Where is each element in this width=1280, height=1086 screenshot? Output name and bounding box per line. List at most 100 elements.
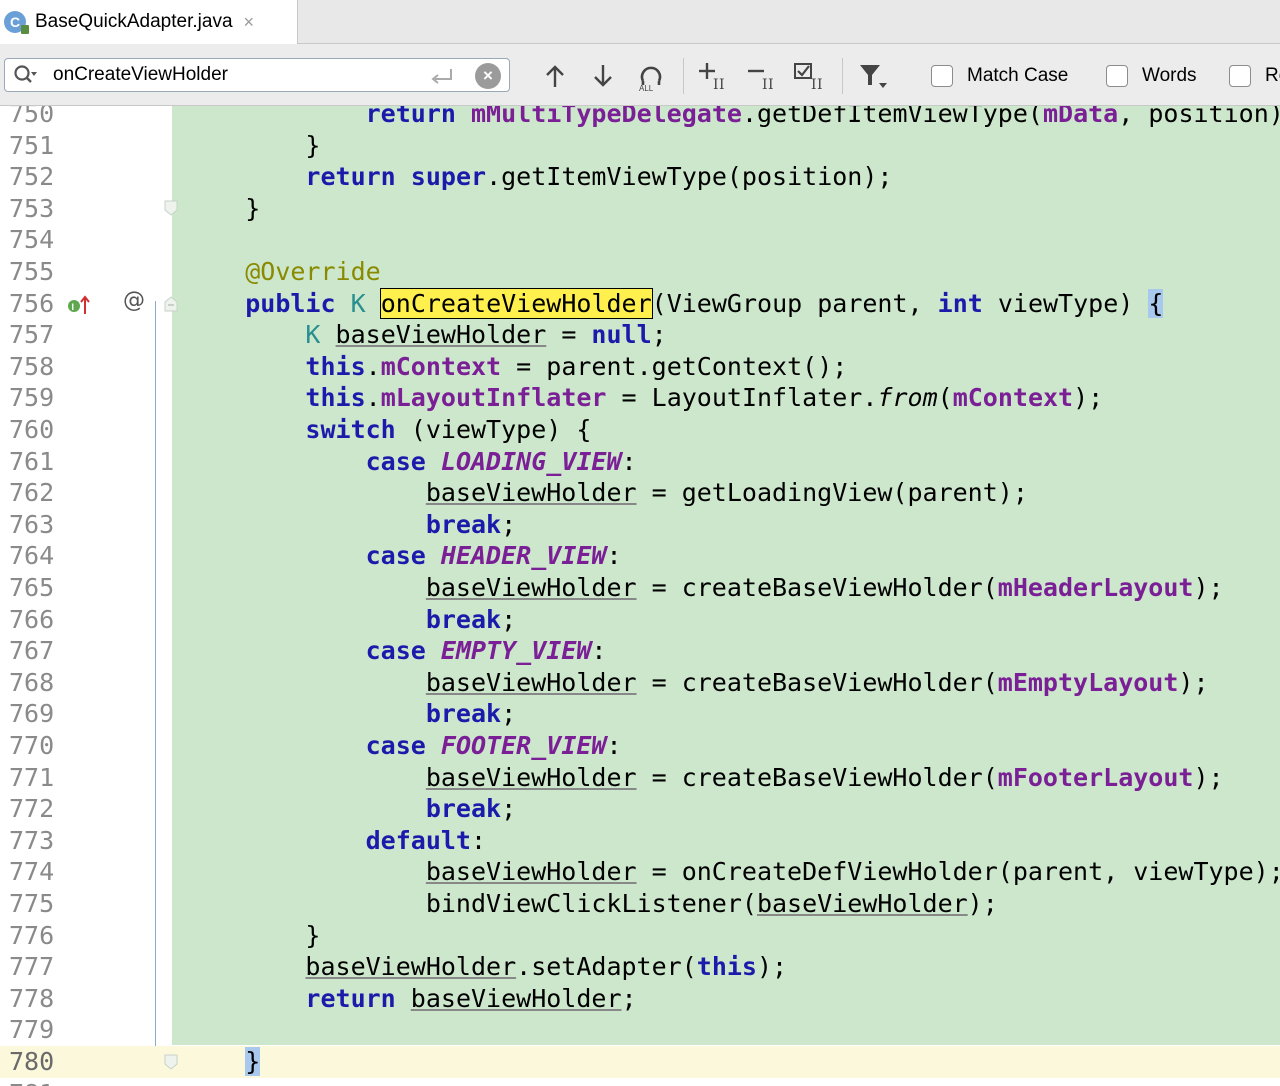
code-text[interactable]: this.mContext = parent.getContext(); bbox=[185, 351, 847, 383]
search-input[interactable] bbox=[53, 64, 393, 86]
code-line[interactable]: 779 bbox=[0, 1014, 1280, 1046]
select-all-button[interactable]: I I bbox=[792, 60, 828, 92]
code-line[interactable]: 781 bbox=[0, 1078, 1280, 1086]
arrow-up-icon bbox=[546, 65, 564, 87]
fold-start-icon[interactable] bbox=[164, 296, 178, 312]
code-text[interactable]: return mMultiTypeDelegate.getDefItemView… bbox=[185, 106, 1280, 130]
match-case-option[interactable]: Match Case bbox=[931, 62, 1068, 90]
find-all-occurrences-button[interactable]: ALL bbox=[634, 60, 668, 92]
code-text[interactable]: baseViewHolder = onCreateDefViewHolder(p… bbox=[185, 856, 1280, 888]
words-checkbox[interactable] bbox=[1106, 65, 1128, 87]
tab-base-quick-adapter[interactable]: C BaseQuickAdapter.java × bbox=[0, 0, 298, 44]
code-text[interactable]: } bbox=[185, 1046, 261, 1078]
code-text[interactable]: } bbox=[185, 920, 320, 952]
code-text[interactable]: break; bbox=[185, 509, 516, 541]
line-number: 778 bbox=[9, 983, 55, 1013]
code-text[interactable]: switch (viewType) { bbox=[185, 414, 591, 446]
code-editor[interactable]: 750 return mMultiTypeDelegate.getDefItem… bbox=[0, 106, 1280, 1086]
code-line[interactable]: 770 case FOOTER_VIEW: bbox=[0, 730, 1280, 762]
annotation-gutter-marker[interactable]: @ bbox=[123, 288, 145, 313]
code-line[interactable]: 763 break; bbox=[0, 509, 1280, 541]
code-text[interactable]: } bbox=[185, 130, 320, 162]
previous-occurrence-button[interactable] bbox=[540, 60, 570, 92]
filter-button[interactable] bbox=[856, 60, 890, 92]
code-text[interactable]: case LOADING_VIEW: bbox=[185, 446, 637, 478]
code-line[interactable]: 760 switch (viewType) { bbox=[0, 414, 1280, 446]
line-number: 750 bbox=[9, 106, 55, 128]
code-line[interactable]: 776 } bbox=[0, 920, 1280, 952]
code-line[interactable]: 773 default: bbox=[0, 825, 1280, 857]
code-line[interactable]: 777 baseViewHolder.setAdapter(this); bbox=[0, 951, 1280, 983]
close-icon[interactable]: × bbox=[244, 12, 255, 33]
code-text[interactable]: public K onCreateViewHolder(ViewGroup pa… bbox=[185, 287, 1164, 320]
code-line[interactable]: 757 K baseViewHolder = null; bbox=[0, 319, 1280, 351]
code-text[interactable]: baseViewHolder.setAdapter(this); bbox=[185, 951, 787, 983]
code-text[interactable]: break; bbox=[185, 698, 516, 730]
line-number: 757 bbox=[9, 320, 55, 350]
code-text[interactable]: break; bbox=[185, 604, 516, 636]
code-text[interactable]: } bbox=[185, 193, 260, 225]
code-text[interactable]: break; bbox=[185, 793, 516, 825]
code-text[interactable]: @Override bbox=[185, 256, 380, 288]
code-line[interactable]: 768 baseViewHolder = createBaseViewHolde… bbox=[0, 667, 1280, 699]
code-text[interactable]: this.mLayoutInflater = LayoutInflater.fr… bbox=[185, 382, 1103, 414]
code-line[interactable]: 762 baseViewHolder = getLoadingView(pare… bbox=[0, 477, 1280, 509]
code-line[interactable]: 761 case LOADING_VIEW: bbox=[0, 446, 1280, 478]
code-line[interactable]: 753 } bbox=[0, 193, 1280, 225]
code-text[interactable]: bindViewClickListener(baseViewHolder); bbox=[185, 888, 998, 920]
code-line[interactable]: 765 baseViewHolder = createBaseViewHolde… bbox=[0, 572, 1280, 604]
line-number: 779 bbox=[9, 1015, 55, 1045]
clear-search-icon[interactable]: × bbox=[475, 63, 501, 89]
words-option[interactable]: Words bbox=[1106, 62, 1197, 90]
code-line[interactable]: 752 return super.getItemViewType(positio… bbox=[0, 161, 1280, 193]
line-number: 763 bbox=[9, 509, 55, 539]
next-occurrence-button[interactable] bbox=[588, 60, 618, 92]
code-line[interactable]: 755 @Override bbox=[0, 256, 1280, 288]
code-text[interactable]: K baseViewHolder = null; bbox=[185, 319, 666, 351]
code-line[interactable]: 772 break; bbox=[0, 793, 1280, 825]
code-text[interactable]: return super.getItemViewType(position); bbox=[185, 161, 892, 193]
line-number: 754 bbox=[9, 225, 55, 255]
search-icon[interactable] bbox=[13, 64, 37, 86]
code-text[interactable]: baseViewHolder = createBaseViewHolder(mF… bbox=[185, 762, 1224, 794]
svg-text:I: I bbox=[762, 77, 768, 91]
code-line[interactable]: 774 baseViewHolder = onCreateDefViewHold… bbox=[0, 856, 1280, 888]
code-line[interactable]: 769 break; bbox=[0, 698, 1280, 730]
regex-checkbox[interactable] bbox=[1229, 65, 1251, 87]
code-line[interactable]: 756 public K onCreateViewHolder(ViewGrou… bbox=[0, 287, 1280, 320]
match-case-checkbox[interactable] bbox=[931, 65, 953, 87]
regex-option[interactable]: Re bbox=[1229, 62, 1280, 90]
code-line[interactable]: 758 this.mContext = parent.getContext(); bbox=[0, 351, 1280, 383]
code-line[interactable]: 780 } bbox=[0, 1046, 1280, 1078]
add-selection-button[interactable]: I I bbox=[696, 60, 732, 92]
code-line[interactable]: 750 return mMultiTypeDelegate.getDefItem… bbox=[0, 106, 1280, 130]
line-number: 773 bbox=[9, 825, 55, 855]
code-line[interactable]: 771 baseViewHolder = createBaseViewHolde… bbox=[0, 762, 1280, 794]
code-text[interactable]: baseViewHolder = createBaseViewHolder(mH… bbox=[185, 572, 1224, 604]
line-number: 760 bbox=[9, 415, 55, 444]
code-line[interactable]: 759 this.mLayoutInflater = LayoutInflate… bbox=[0, 382, 1280, 414]
line-number: 762 bbox=[9, 478, 55, 508]
remove-selection-button[interactable]: I I bbox=[745, 60, 781, 92]
code-line[interactable]: 754 bbox=[0, 224, 1280, 256]
code-line[interactable]: 764 case HEADER_VIEW: bbox=[0, 540, 1280, 572]
search-field[interactable]: × bbox=[4, 58, 510, 92]
code-text[interactable]: case EMPTY_VIEW: bbox=[185, 635, 607, 667]
code-text[interactable]: return baseViewHolder; bbox=[185, 983, 636, 1015]
code-text[interactable]: case HEADER_VIEW: bbox=[185, 540, 622, 572]
implements-method-icon[interactable]: I bbox=[66, 294, 92, 316]
fold-end-icon[interactable] bbox=[164, 200, 178, 216]
code-line[interactable]: 766 break; bbox=[0, 604, 1280, 636]
code-text[interactable]: baseViewHolder = createBaseViewHolder(mE… bbox=[185, 667, 1209, 699]
line-number: 774 bbox=[9, 857, 55, 887]
code-line[interactable]: 751 } bbox=[0, 130, 1280, 162]
code-line[interactable]: 778 return baseViewHolder; bbox=[0, 983, 1280, 1015]
code-text[interactable]: case FOOTER_VIEW: bbox=[185, 730, 622, 762]
line-number: 765 bbox=[9, 573, 55, 602]
code-text[interactable]: baseViewHolder = getLoadingView(parent); bbox=[185, 477, 1028, 509]
fold-end-icon[interactable] bbox=[164, 1054, 178, 1070]
code-line[interactable]: 767 case EMPTY_VIEW: bbox=[0, 635, 1280, 667]
code-line[interactable]: 775 bindViewClickListener(baseViewHolder… bbox=[0, 888, 1280, 920]
code-text[interactable]: default: bbox=[185, 825, 486, 857]
line-number: 751 bbox=[9, 130, 55, 160]
